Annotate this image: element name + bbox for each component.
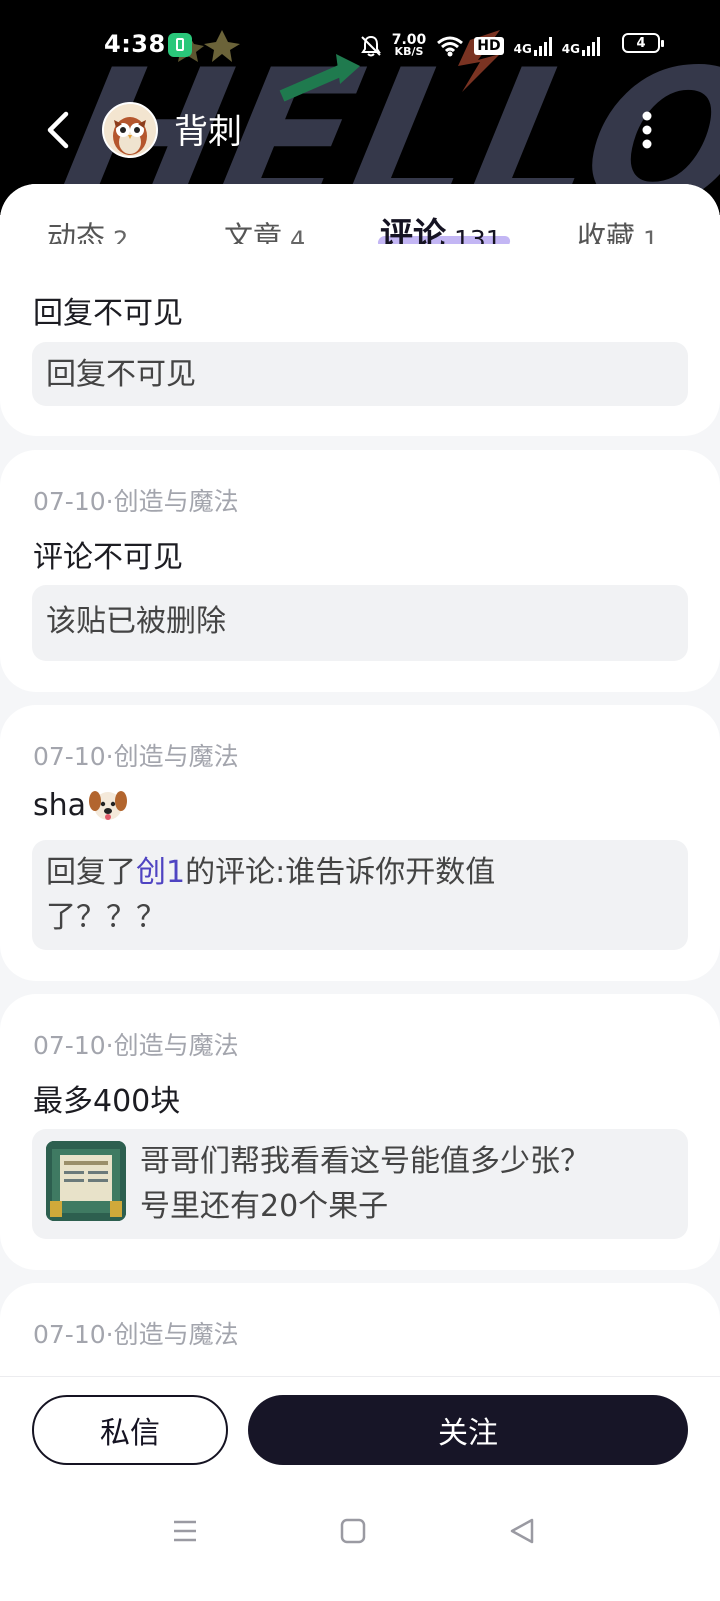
bottom-action-bar: 私信 关注	[0, 1376, 720, 1601]
comment-text: 评论不可见	[33, 540, 183, 575]
comment-text: 回复不可见	[33, 296, 183, 331]
back-arrow-icon[interactable]	[40, 108, 80, 152]
comment-meta: 07-10·创造与魔法	[33, 1320, 239, 1349]
home-square-icon[interactable]	[339, 1517, 367, 1545]
bell-off-icon	[360, 35, 381, 57]
comment-meta: 07-10·创造与魔法	[33, 742, 239, 771]
net-speed: 7.00 KB/S	[392, 33, 427, 58]
comment-card[interactable]: 07-10·创造与魔法 评论不可见 该贴已被删除	[0, 450, 720, 692]
signal-bars-icon	[533, 36, 552, 56]
battery-level: 4	[636, 35, 646, 51]
linked-post-preview[interactable]: 哥哥们帮我看看这号能值多少张？ 号里还有20个果子	[32, 1129, 688, 1239]
quote-line2: 了？？？	[46, 900, 166, 935]
comment-card[interactable]: 07-10·创造与魔法 sha 回复了创1的评论:谁告诉你开数值 了？？？	[0, 705, 720, 981]
net-speed-unit: KB/S	[394, 45, 424, 58]
status-bar: 4:38 7.00 KB/S HD 4G 4G 4	[0, 22, 720, 66]
status-time: 4:38	[104, 30, 166, 58]
signal-sim1: 4G	[514, 36, 552, 56]
battery-icon: 4	[622, 33, 664, 53]
comment-quote[interactable]: 回复不可见	[32, 342, 688, 406]
dog-face-emoji	[89, 791, 128, 820]
more-vertical-icon[interactable]	[632, 106, 662, 154]
comment-meta: 07-10·创造与魔法	[33, 487, 239, 516]
private-message-button[interactable]: 私信	[32, 1395, 228, 1465]
comment-text: 最多400块	[33, 1084, 181, 1119]
sim1-label: 4G	[513, 42, 532, 56]
comment-quote[interactable]: 该贴已被删除	[32, 585, 688, 661]
post-title-line2: 号里还有20个果子	[140, 1189, 389, 1224]
comment-text-row: sha	[33, 787, 128, 823]
comment-quote[interactable]: 回复了创1的评论:谁告诉你开数值 了？？？	[32, 840, 688, 950]
follow-button[interactable]: 关注	[248, 1395, 688, 1465]
profile-header: HELLO. 4:38 7.00 KB/S HD 4G 4G 4 背刺	[0, 0, 720, 215]
quote-rest: 的评论:谁告诉你开数值	[185, 855, 496, 890]
status-icons: 7.00 KB/S HD 4G 4G	[360, 32, 600, 60]
comment-card[interactable]: 回复不可见 回复不可见	[0, 244, 720, 436]
signal-sim2: 4G	[562, 36, 600, 56]
post-title-line1: 哥哥们帮我看看这号能值多少张？	[140, 1144, 590, 1179]
comment-card[interactable]: 07-10·创造与魔法 最多400块 哥哥们帮我看看这号能值多少张？ 号里还有2…	[0, 994, 720, 1270]
comment-meta: 07-10·创造与魔法	[33, 1031, 239, 1060]
app-notification-icon	[168, 33, 192, 57]
profile-name: 背刺	[174, 112, 242, 152]
wifi-icon	[437, 36, 464, 57]
quote-prefix: 回复了	[46, 855, 136, 890]
signal-bars-icon	[582, 36, 600, 56]
game-screenshot-thumbnail	[46, 1141, 126, 1221]
owl-avatar-icon	[104, 104, 156, 156]
mention-link[interactable]: 创1	[136, 855, 185, 890]
comment-text: sha	[33, 787, 87, 823]
menu-icon[interactable]	[171, 1517, 199, 1545]
triangle-back-icon[interactable]	[508, 1517, 536, 1545]
hd-badge: HD	[474, 37, 504, 55]
post-thumbnail	[46, 1141, 126, 1221]
sim2-label: 4G	[561, 42, 580, 56]
avatar[interactable]	[102, 102, 158, 158]
